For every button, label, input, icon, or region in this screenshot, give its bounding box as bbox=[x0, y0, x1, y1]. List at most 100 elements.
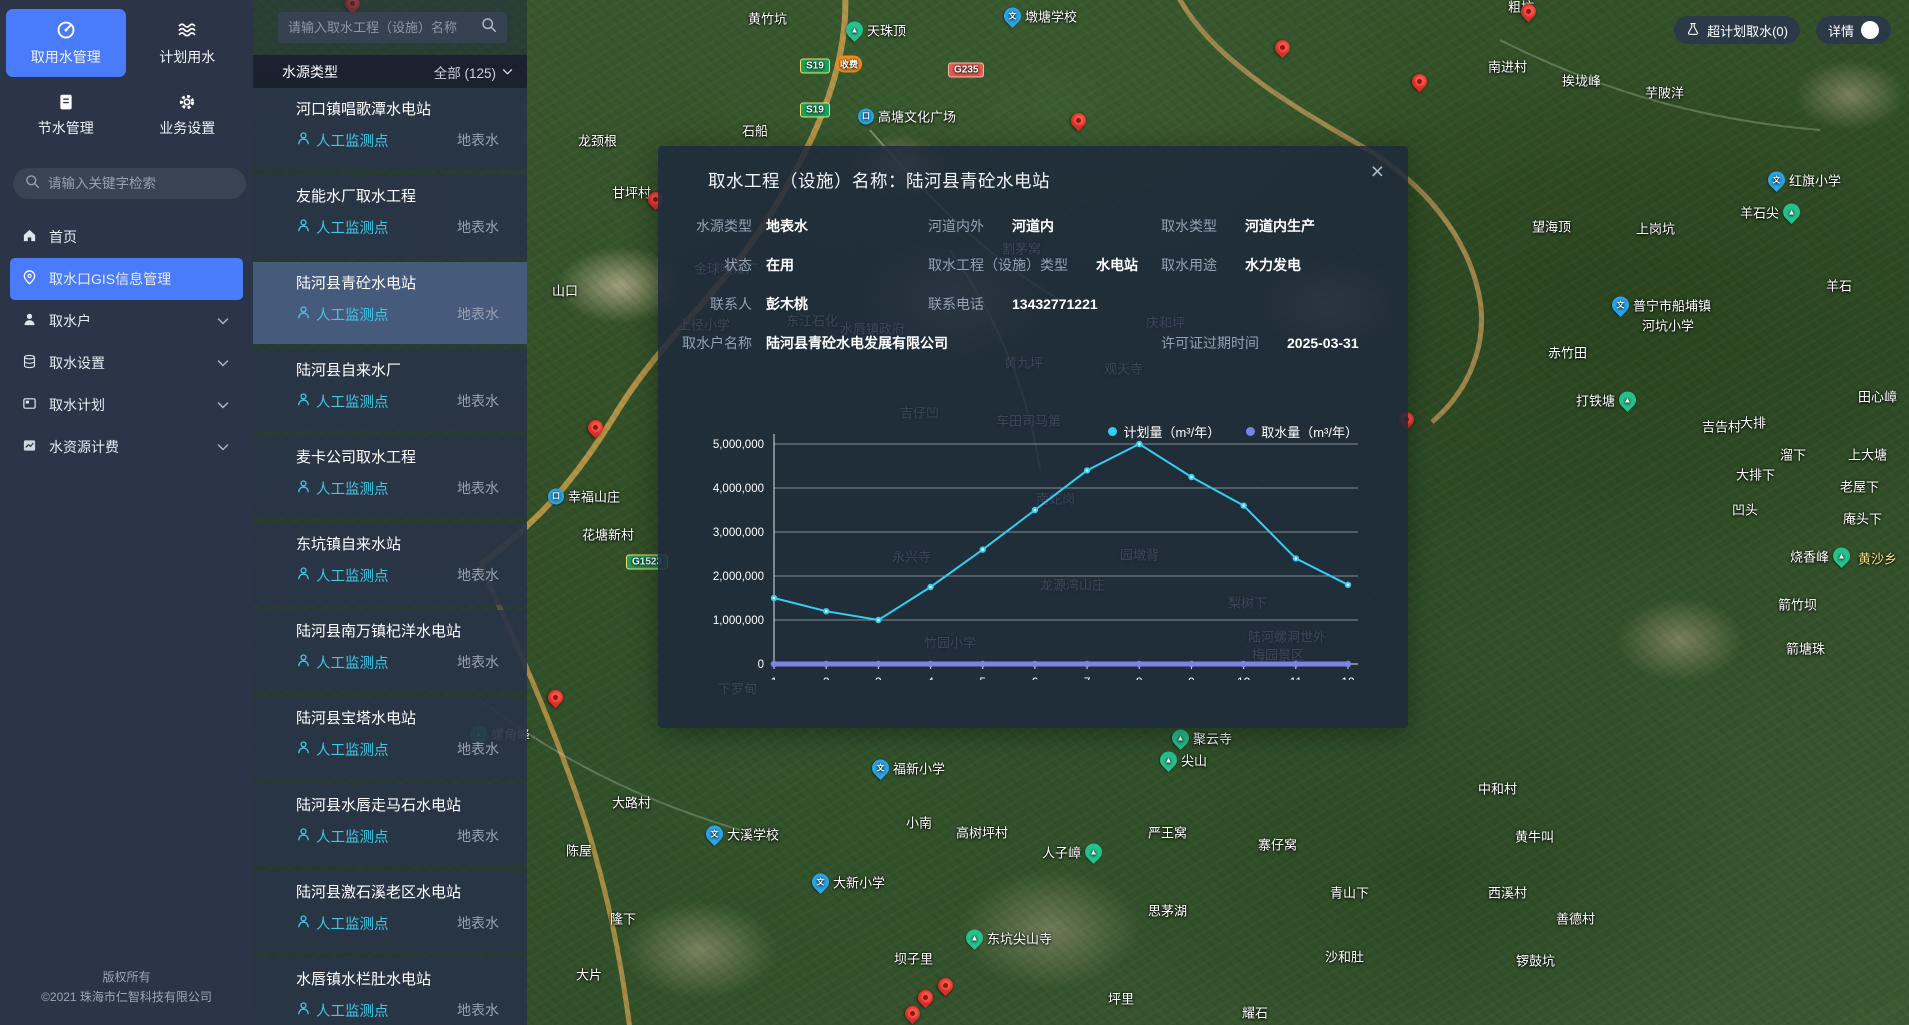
red-map-pin[interactable] bbox=[902, 1003, 923, 1024]
close-icon[interactable]: × bbox=[1371, 160, 1384, 183]
sidebar-search[interactable] bbox=[13, 168, 246, 199]
map-label-text: 溜下 bbox=[1780, 445, 1806, 464]
map-label-text: 黄沙乡 bbox=[1858, 549, 1897, 568]
sidebar-item-3[interactable]: 取水设置 bbox=[10, 342, 243, 384]
module-tab-0[interactable]: 取用水管理 bbox=[6, 9, 126, 77]
station-search-input[interactable] bbox=[288, 20, 481, 35]
school-pin-icon[interactable]: 文 bbox=[1000, 4, 1024, 28]
map-label-text: 黄竹坑 bbox=[748, 9, 787, 28]
school-pin-icon[interactable]: 文 bbox=[808, 870, 832, 894]
school-pin-icon[interactable]: 文 bbox=[1764, 168, 1788, 192]
poi-icon[interactable]: 口 bbox=[858, 108, 874, 124]
module-tab-1[interactable]: 计划用水 bbox=[128, 9, 248, 77]
field-value: 13432771221 bbox=[1012, 296, 1098, 312]
map-label: 箭竹坝 bbox=[1778, 595, 1817, 614]
station-list-item[interactable]: 河口镇唱歌潭水电站 人工监测点 地表水 bbox=[253, 88, 527, 170]
red-map-pin[interactable] bbox=[545, 687, 566, 708]
chevron-down-icon bbox=[217, 313, 229, 329]
mountain-pin-icon[interactable]: ▲ bbox=[1779, 200, 1803, 224]
sidebar-item-4[interactable]: 取水计划 bbox=[10, 384, 243, 426]
svg-text:5,000,000: 5,000,000 bbox=[713, 439, 764, 451]
filter-value-dropdown[interactable]: 全部 (125) bbox=[434, 62, 513, 82]
mountain-pin-icon[interactable]: ▲ bbox=[1156, 748, 1180, 772]
svg-text:6: 6 bbox=[1032, 675, 1039, 680]
svg-text:4: 4 bbox=[927, 675, 934, 680]
station-list-item[interactable]: 陆河县南万镇杞洋水电站 人工监测点 地表水 bbox=[253, 610, 527, 692]
school-pin-icon[interactable]: 文 bbox=[868, 756, 892, 780]
field-value: 彭木桃 bbox=[766, 294, 808, 314]
field-label: 取水工程（设施）类型 bbox=[928, 255, 1068, 275]
sidebar-search-input[interactable] bbox=[48, 176, 234, 191]
mountain-pin-icon[interactable]: ▲ bbox=[842, 18, 866, 42]
sidebar-item-label: 取水设置 bbox=[49, 353, 105, 373]
red-map-pin[interactable] bbox=[915, 987, 936, 1008]
station-list-item[interactable]: 陆河县自来水厂 人工监测点 地表水 bbox=[253, 349, 527, 431]
station-list-item[interactable]: 友能水厂取水工程 人工监测点 地表水 bbox=[253, 175, 527, 257]
map-label: 坪里 bbox=[1108, 989, 1134, 1008]
poi-icon[interactable]: 口 bbox=[548, 488, 564, 504]
module-tab-2[interactable]: 节水管理 bbox=[6, 81, 126, 149]
detail-toggle-pill[interactable]: 详情 bbox=[1816, 16, 1891, 44]
svg-text:1,000,000: 1,000,000 bbox=[713, 615, 764, 627]
field-value: 河道内生产 bbox=[1245, 216, 1315, 236]
station-name: 陆河县南万镇杞洋水电站 bbox=[296, 620, 513, 641]
map-label: G235 bbox=[948, 63, 984, 78]
detail-field: 河道内外 河道内 bbox=[928, 206, 1054, 245]
red-map-pin[interactable] bbox=[1272, 37, 1293, 58]
svg-text:0: 0 bbox=[758, 659, 764, 671]
station-list-item[interactable]: 陆河县激石溪老区水电站 人工监测点 地表水 bbox=[253, 871, 527, 953]
sidebar-item-0[interactable]: 首页 bbox=[10, 216, 243, 258]
station-search[interactable] bbox=[278, 12, 507, 43]
map-label-text: 大路村 bbox=[612, 793, 651, 812]
map-label: 大排 bbox=[1740, 413, 1766, 432]
detail-toggle-knob[interactable] bbox=[1861, 21, 1879, 39]
station-list-item[interactable]: 水唇镇水栏肚水电站 人工监测点 地表水 bbox=[253, 958, 527, 1025]
red-map-pin[interactable] bbox=[1068, 110, 1089, 131]
map-label: 赤竹田 bbox=[1548, 343, 1587, 362]
search-icon[interactable] bbox=[481, 17, 497, 38]
station-detail-modal: 取水工程（设施）名称：陆河县青砼水电站 × 水源类型 地表水河道内外 河道内取水… bbox=[658, 146, 1408, 728]
temple-pin-icon[interactable]: ▲ bbox=[962, 926, 986, 950]
school-pin-icon[interactable]: 文 bbox=[702, 822, 726, 846]
temple-pin-icon[interactable]: ▲ bbox=[1168, 726, 1192, 750]
module-label: 节水管理 bbox=[38, 118, 94, 138]
red-map-pin[interactable] bbox=[1409, 71, 1430, 92]
sidebar-item-1[interactable]: 取水口GIS信息管理 bbox=[10, 258, 243, 300]
red-map-pin[interactable] bbox=[585, 417, 606, 438]
sidebar-item-2[interactable]: 取水户 bbox=[10, 300, 243, 342]
map-label: 溜下 bbox=[1780, 445, 1806, 464]
station-list-item[interactable]: 陆河县宝塔水电站 人工监测点 地表水 bbox=[253, 697, 527, 779]
detail-field: 许可证过期时间 2025-03-31 bbox=[1161, 323, 1359, 362]
red-map-pin[interactable] bbox=[935, 975, 956, 996]
mountain-pin-icon[interactable]: ▲ bbox=[1081, 840, 1105, 864]
map-label-text: 龙颈根 bbox=[578, 131, 617, 150]
map-label-text: 大新小学 bbox=[833, 873, 885, 892]
detail-field: 联系电话 13432771221 bbox=[928, 284, 1098, 323]
svg-text:10: 10 bbox=[1237, 675, 1251, 680]
module-tab-3[interactable]: 业务设置 bbox=[128, 81, 248, 149]
map-label-text: 坝子里 bbox=[894, 949, 933, 968]
map-label: 黄沙乡 bbox=[1858, 549, 1897, 568]
school-pin-icon[interactable]: 文 bbox=[1608, 293, 1632, 317]
field-value: 水力发电 bbox=[1245, 255, 1301, 275]
map-label: 芋陂洋 bbox=[1645, 83, 1684, 102]
water-source-type: 地表水 bbox=[457, 391, 499, 411]
sidebar-item-5[interactable]: 水资源计费 bbox=[10, 426, 243, 468]
map-top-controls: 超计划取水(0) 详情 bbox=[1674, 16, 1891, 44]
map-label: 青山下 bbox=[1330, 883, 1369, 902]
station-list-item[interactable]: 东坑镇自来水站 人工监测点 地表水 bbox=[253, 523, 527, 605]
mountain-pin-icon[interactable]: ▲ bbox=[1615, 388, 1639, 412]
over-plan-alert-pill[interactable]: 超计划取水(0) bbox=[1674, 16, 1800, 44]
field-label: 取水类型 bbox=[1161, 216, 1217, 236]
station-list-item[interactable]: 麦卡公司取水工程 人工监测点 地表水 bbox=[253, 436, 527, 518]
waves-icon bbox=[177, 20, 197, 40]
monitor-type: 人工监测点 bbox=[316, 565, 389, 586]
station-list-item[interactable]: 陆河县水唇走马石水电站 人工监测点 地表水 bbox=[253, 784, 527, 866]
map-label: 打铁塘▲ bbox=[1576, 391, 1636, 410]
sidebar-item-label: 水资源计费 bbox=[49, 437, 119, 457]
station-list-item[interactable]: 陆河县青砼水电站 人工监测点 地表水 bbox=[253, 262, 527, 344]
map-label: 羊石 bbox=[1826, 276, 1852, 295]
mountain-pin-icon[interactable]: ▲ bbox=[1829, 544, 1853, 568]
field-value: 在用 bbox=[766, 255, 794, 275]
map-label: 龙颈根 bbox=[578, 131, 617, 150]
